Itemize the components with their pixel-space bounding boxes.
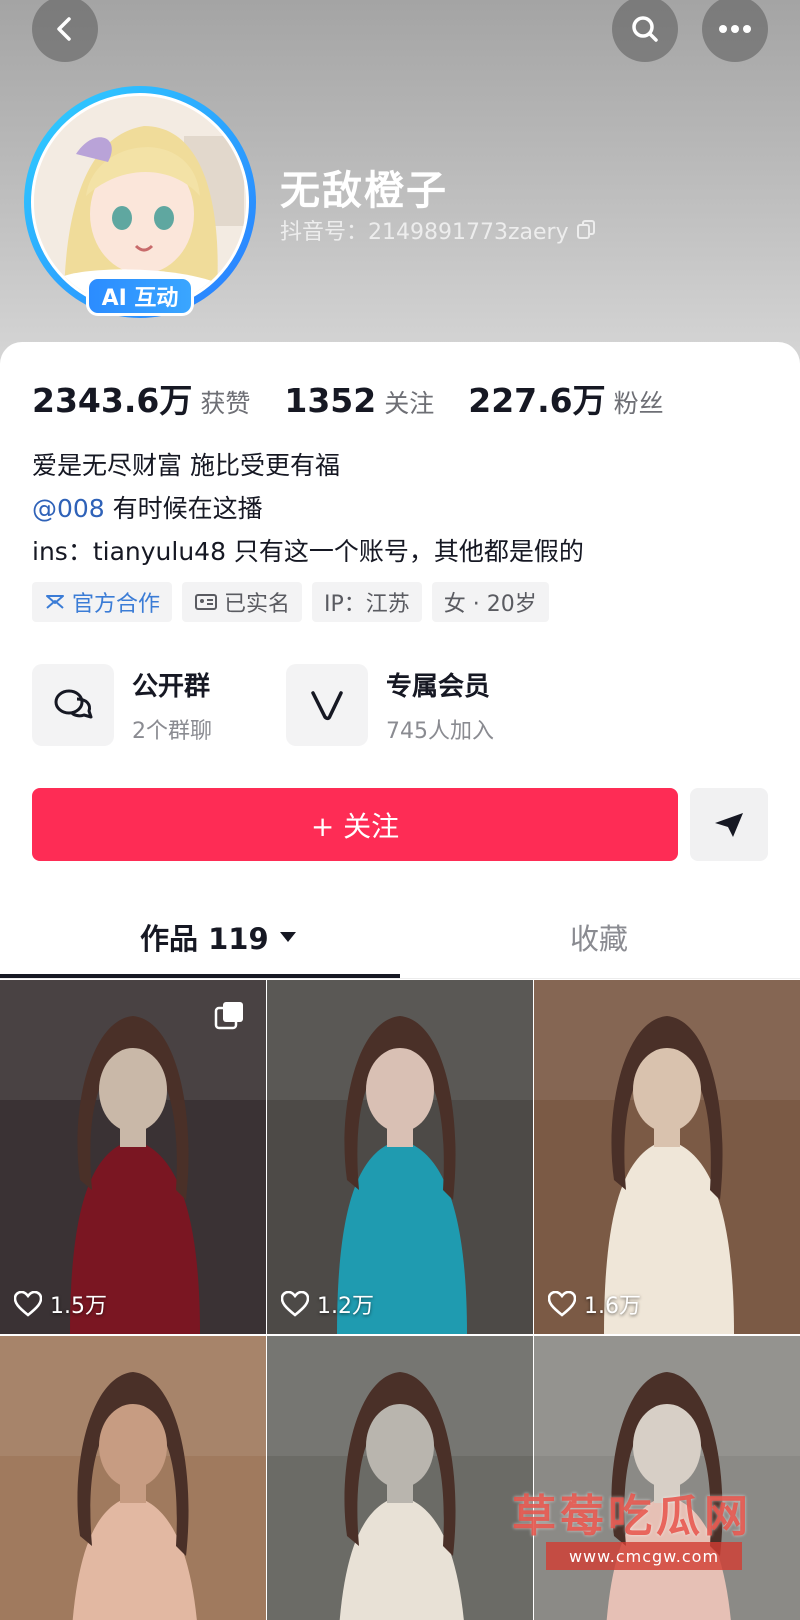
multi-image-icon xyxy=(214,1000,246,1036)
chat-icon xyxy=(54,689,93,719)
stat-likes[interactable]: 2343.6万 获赞 xyxy=(32,374,250,422)
tag-ip-location: IP：江苏 xyxy=(312,582,422,622)
send-icon xyxy=(715,812,743,837)
stat-likes-label: 获赞 xyxy=(200,389,251,418)
watermark-text: 草莓吃瓜网 xyxy=(512,1491,752,1542)
video-thumbnail[interactable]: 1.2万 xyxy=(267,980,533,1334)
video-cover-image xyxy=(534,980,800,1334)
video-like-count-text: 1.5万 xyxy=(50,1294,107,1319)
tab-works-label: 作品 119 xyxy=(140,922,269,956)
copy-icon[interactable] xyxy=(575,219,597,241)
douyin-id-text: 抖音号：2149891773zaery xyxy=(280,220,569,245)
video-cover-image xyxy=(0,1336,266,1620)
follow-button[interactable]: + 关注 xyxy=(32,788,678,861)
video-cover-image xyxy=(534,1336,800,1620)
tag-ip-label: IP：江苏 xyxy=(324,592,410,617)
video-cover-image xyxy=(267,980,533,1334)
tab-favorites[interactable]: 收藏 xyxy=(570,916,628,958)
stat-following[interactable]: 1352 关注 xyxy=(284,381,434,420)
video-like-count: 1.6万 xyxy=(548,1288,641,1320)
heart-icon xyxy=(548,1291,576,1317)
public-group-entry[interactable]: 公开群 2个群聊 xyxy=(32,664,212,746)
public-group-title: 公开群 xyxy=(132,671,211,702)
video-thumbnail[interactable] xyxy=(267,1336,533,1620)
active-tab-indicator xyxy=(0,974,400,978)
stat-likes-value: 2343.6万 xyxy=(32,381,193,420)
tag-official-cooperation[interactable]: 官方合作 xyxy=(32,582,173,622)
stat-followers[interactable]: 227.6万 粉丝 xyxy=(468,374,663,422)
heart-icon xyxy=(14,1291,42,1317)
tag-gender-age-label: 女 · 20岁 xyxy=(443,592,537,617)
profile-bio: 爱是无尽财富 施比受更有福 @008 有时候在这播 ins：tianyulu48… xyxy=(32,444,584,573)
profile-tags: 官方合作 已实名 IP：江苏 女 · 20岁 xyxy=(32,582,549,622)
bio-line-3: ins：tianyulu48 只有这一个账号，其他都是假的 xyxy=(32,537,584,566)
bio-line-2: @008 有时候在这播 xyxy=(32,487,584,530)
video-thumbnail[interactable] xyxy=(0,1336,266,1620)
tab-divider xyxy=(0,978,800,979)
back-arrow-icon xyxy=(57,17,71,41)
more-icon xyxy=(719,25,751,33)
profile-nickname: 无敌橙子 xyxy=(280,168,448,214)
caret-down-icon xyxy=(279,932,296,942)
bio-line-2-text: 有时候在这播 xyxy=(104,494,263,523)
exclusive-membership-entry[interactable]: 专属会员 745人加入 xyxy=(286,664,494,746)
stat-following-label: 关注 xyxy=(384,389,435,418)
v-badge-icon xyxy=(311,691,343,721)
tag-verified-label: 已实名 xyxy=(224,592,291,617)
stat-following-value: 1352 xyxy=(284,381,377,420)
public-group-subtitle: 2个群聊 xyxy=(132,718,212,744)
video-like-count-text: 1.2万 xyxy=(317,1294,374,1319)
video-like-count-text: 1.6万 xyxy=(584,1294,641,1319)
watermark-url: www.cmcgw.com xyxy=(546,1542,742,1570)
heart-icon xyxy=(281,1291,309,1317)
video-like-count: 1.5万 xyxy=(14,1288,107,1320)
membership-subtitle: 745人加入 xyxy=(386,718,494,744)
video-like-count: 1.2万 xyxy=(281,1288,374,1320)
stat-followers-label: 粉丝 xyxy=(613,389,664,418)
video-cover-image xyxy=(267,1336,533,1620)
share-button[interactable] xyxy=(690,788,768,861)
tag-official-label: 官方合作 xyxy=(72,592,161,617)
ai-interaction-badge[interactable]: AI 互动 xyxy=(86,276,194,316)
tag-gender-age: 女 · 20岁 xyxy=(431,582,549,622)
bio-mention-link[interactable]: @008 xyxy=(32,494,105,523)
video-thumbnail[interactable] xyxy=(534,1336,800,1620)
douyin-id[interactable]: 抖音号：2149891773zaery xyxy=(280,214,597,246)
profile-stats: 2343.6万 获赞 1352 关注 227.6万 粉丝 xyxy=(32,374,698,422)
stat-followers-value: 227.6万 xyxy=(468,381,606,420)
official-icon xyxy=(46,595,64,609)
membership-title: 专属会员 xyxy=(386,671,491,702)
tab-works[interactable]: 作品 119 xyxy=(140,916,297,958)
tag-verified[interactable]: 已实名 xyxy=(182,582,303,622)
video-thumbnail[interactable]: 1.6万 xyxy=(534,980,800,1334)
id-card-icon xyxy=(195,594,218,610)
search-icon xyxy=(632,16,658,42)
bio-line-1: 爱是无尽财富 施比受更有福 xyxy=(32,451,340,480)
video-thumbnail[interactable]: 1.5万 xyxy=(0,980,266,1334)
